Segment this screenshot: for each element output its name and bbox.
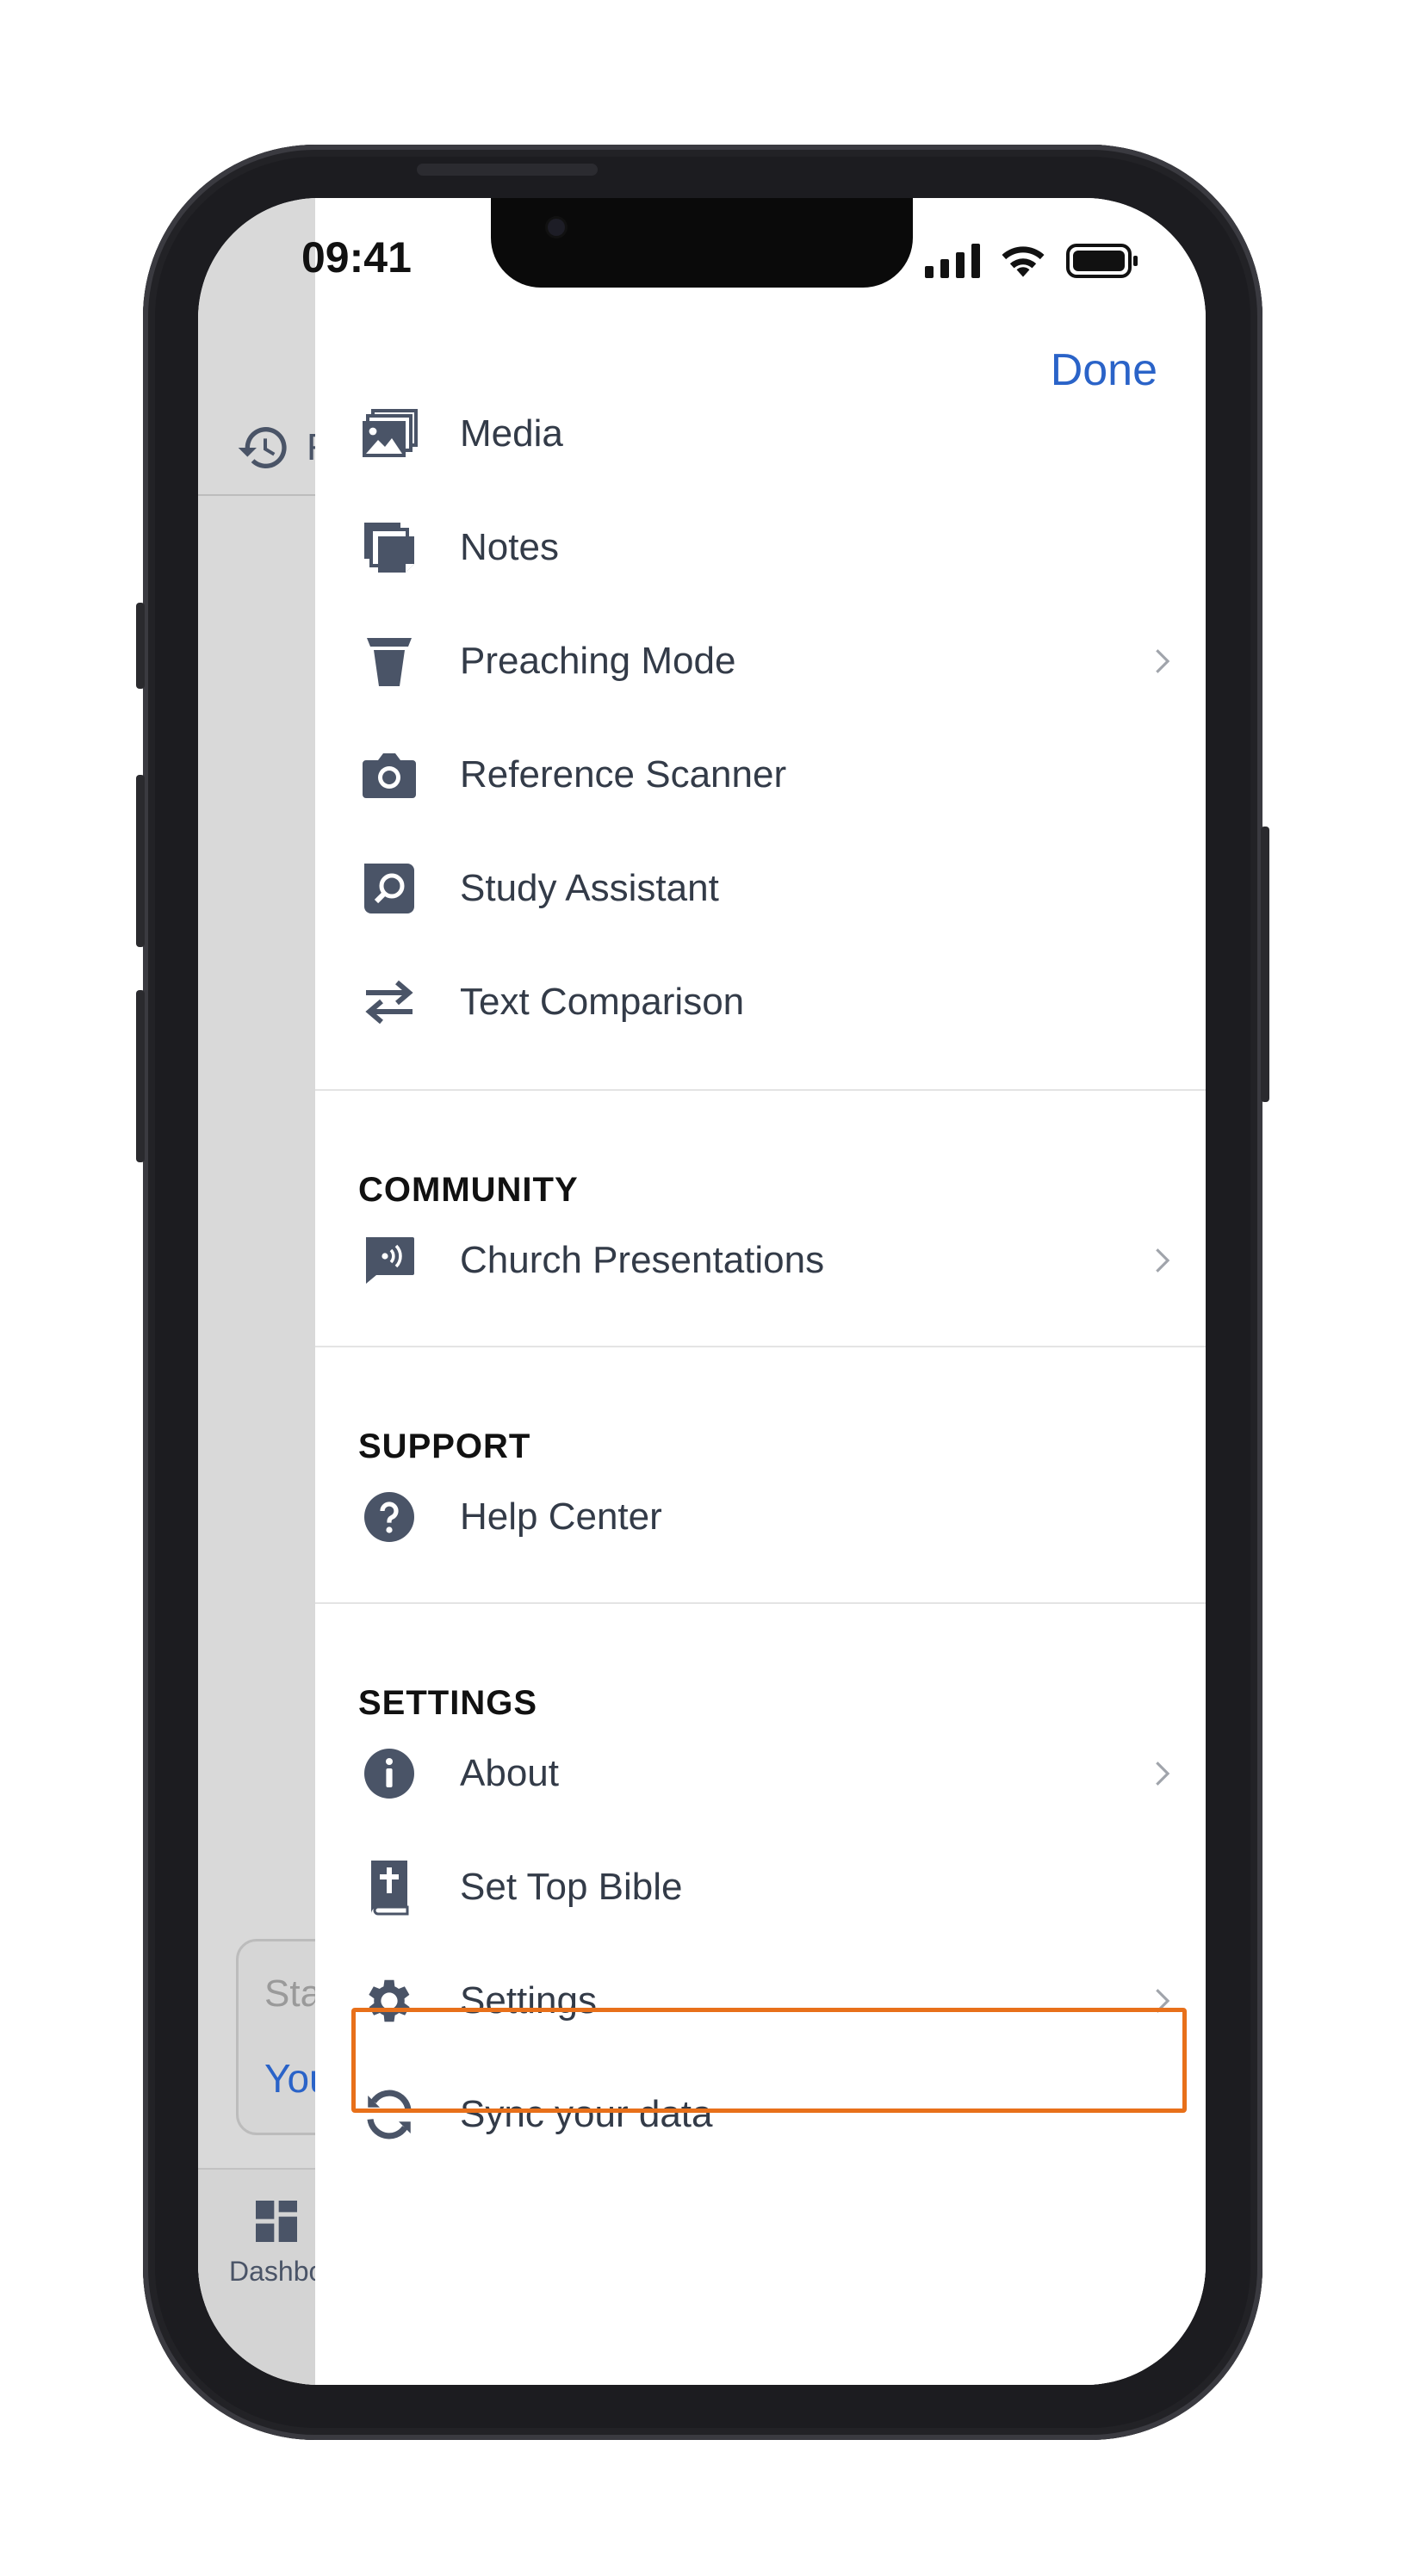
notes-icon xyxy=(357,515,422,580)
menu-item-notes[interactable]: Notes xyxy=(315,491,1206,604)
pulpit-icon xyxy=(357,629,422,694)
volume-up-button xyxy=(136,775,145,947)
tab-label: Dashbo xyxy=(229,2256,325,2287)
earpiece-speaker xyxy=(417,164,598,176)
chevron-right-icon xyxy=(1156,1989,1170,2013)
mute-switch xyxy=(136,603,145,689)
menu-item-study-assistant[interactable]: Study Assistant xyxy=(315,832,1206,945)
status-icons xyxy=(925,243,1138,279)
chevron-right-icon xyxy=(1156,1762,1170,1786)
status-time: 09:41 xyxy=(301,233,412,282)
search-chat-icon xyxy=(357,856,422,921)
bible-icon xyxy=(357,1855,422,1920)
gear-icon xyxy=(357,1968,422,2034)
signal-icon xyxy=(925,244,980,278)
info-icon xyxy=(357,1741,422,1806)
menu-item-label: Settings xyxy=(460,1979,597,2022)
swap-arrows-icon xyxy=(357,969,422,1035)
menu-item-label: About xyxy=(460,1752,559,1794)
menu-item-set-top-bible[interactable]: Set Top Bible xyxy=(315,1830,1206,1944)
chevron-right-icon xyxy=(1156,1248,1170,1273)
card-placeholder: Sta xyxy=(264,1972,322,2015)
menu-item-label: Church Presentations xyxy=(460,1239,825,1281)
battery-icon xyxy=(1066,244,1138,278)
chevron-right-icon xyxy=(1156,649,1170,673)
menu-item-label: Text Comparison xyxy=(460,981,745,1023)
menu-item-text-comparison[interactable]: Text Comparison xyxy=(315,945,1206,1059)
menu-item-label: Set Top Bible xyxy=(460,1866,683,1908)
menu-item-label: Sync your data xyxy=(460,2093,713,2135)
menu-item-label: Reference Scanner xyxy=(460,753,787,796)
broadcast-chat-icon xyxy=(357,1228,422,1293)
section-divider xyxy=(315,1346,1206,1347)
power-button xyxy=(1261,827,1269,1102)
menu-item-label: Media xyxy=(460,412,563,455)
media-icon xyxy=(357,401,422,467)
volume-down-button xyxy=(136,990,145,1162)
menu-item-church-presentations[interactable]: Church Presentations xyxy=(315,1204,1206,1317)
front-camera xyxy=(548,219,565,236)
screen: R Sta You Dashbo 09:41 Done Media xyxy=(198,198,1206,2385)
notch xyxy=(491,198,913,288)
menu-item-label: Preaching Mode xyxy=(460,640,736,682)
menu-item-media[interactable]: Media xyxy=(315,377,1206,491)
menu-item-sync-your-data[interactable]: Sync your data xyxy=(315,2058,1206,2171)
help-icon xyxy=(357,1484,422,1550)
menu-item-preaching-mode[interactable]: Preaching Mode xyxy=(315,604,1206,718)
section-divider xyxy=(315,1089,1206,1091)
menu-panel: Done Media Notes Preaching Mode Referenc… xyxy=(315,198,1206,2385)
menu-item-label: Help Center xyxy=(460,1495,662,1538)
dashboard-icon xyxy=(256,2201,298,2242)
menu-item-help-center[interactable]: Help Center xyxy=(315,1460,1206,1574)
sync-icon xyxy=(357,2082,422,2147)
history-icon xyxy=(238,427,287,468)
section-divider xyxy=(315,1602,1206,1604)
wifi-icon xyxy=(1002,246,1045,277)
camera-icon xyxy=(357,742,422,808)
menu-item-about[interactable]: About xyxy=(315,1717,1206,1830)
menu-item-settings[interactable]: Settings xyxy=(315,1944,1206,2058)
menu-item-label: Study Assistant xyxy=(460,867,719,909)
tab-dashboard: Dashbo xyxy=(229,2194,324,2288)
menu-item-label: Notes xyxy=(460,526,559,568)
menu-item-reference-scanner[interactable]: Reference Scanner xyxy=(315,718,1206,832)
